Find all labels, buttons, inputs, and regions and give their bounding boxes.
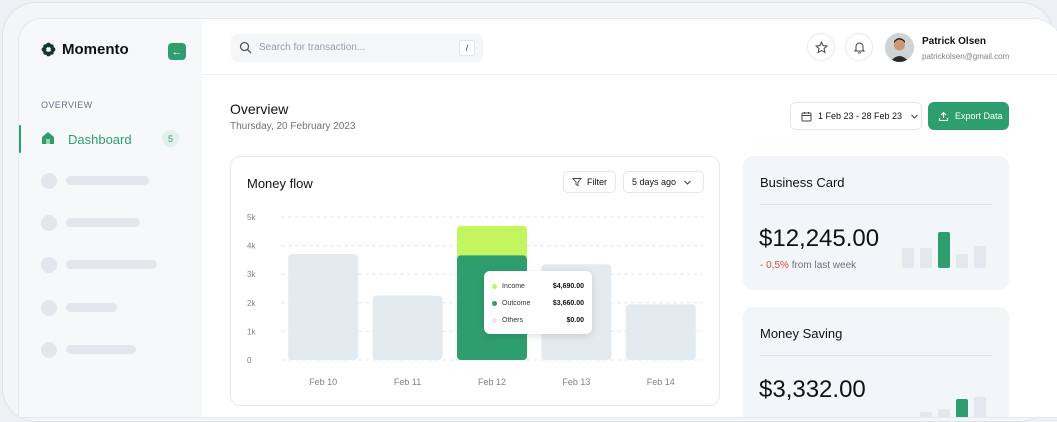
income-dot [492,283,497,289]
chevron-down-icon [911,114,918,119]
placeholder-label [66,303,117,312]
page-date: Thursday, 20 February 2023 [230,121,356,132]
notifications-button[interactable] [845,33,873,61]
x-tick-label: Feb 13 [562,377,590,387]
date-range-label: 1 Feb 23 - 28 Feb 23 [818,111,903,121]
star-icon [814,40,828,54]
money-saving-panel: Money Saving $3,332.00 [743,307,1009,417]
placeholder-icon [41,256,57,273]
page-title: Overview [230,101,289,117]
mini-bar [920,412,932,417]
placeholder-label [66,345,136,354]
export-data-button[interactable]: Export Data [928,102,1009,130]
money-flow-chart: 5k 4k 3k 2k 1k 0 Feb 10 Feb 11 Feb 12 Feb 13 Feb 1… [247,213,703,387]
mini-bar [974,246,986,268]
favorites-button[interactable] [807,33,835,61]
tooltip-value: $4,690.00 [552,282,584,290]
change-suffix: from last week [791,260,857,271]
outcome-bar [372,295,443,360]
sidebar-item-placeholder[interactable] [41,172,149,189]
sidebar-item-placeholder[interactable] [41,256,157,273]
money-flow-card: Money flow Filter 5 days ago 5k 4k 3k 2k 1k 0… [230,156,720,406]
x-tick-label: Feb 10 [309,377,337,387]
user-email: patrickolsen@gmail.com [922,52,1010,61]
mini-bar [938,232,950,268]
y-tick-label: 4k [247,242,256,251]
tooltip-value: $3,660.00 [552,299,584,307]
momento-logo-icon [41,42,56,57]
sidebar-item-dashboard[interactable]: Dashboard 5 [19,125,202,153]
placeholder-label [66,176,149,185]
business-card-amount: $12,245.00 [759,225,880,252]
avatar[interactable] [885,33,914,62]
change-value: - 0,5% [760,260,789,271]
arrow-left-icon: ← [171,45,183,58]
collapse-sidebar-button[interactable]: ← [168,43,186,60]
y-tick-label: 3k [247,270,256,279]
sidebar: Momento ← OVERVIEW Dashboard 5 [19,19,202,417]
user-name: Patrick Olsen [922,36,986,47]
x-tick-label: Feb 11 [394,377,421,387]
search-shortcut-key: / [459,40,475,56]
placeholder-icon [41,341,57,358]
search-field[interactable]: Search for transaction... / [231,34,483,62]
divider [760,204,993,205]
sidebar-section-title: OVERVIEW [41,100,93,110]
bell-icon [853,42,865,54]
tooltip-value: $0.00 [566,316,584,324]
y-tick-label: 5k [247,213,256,222]
others-dot [492,317,497,323]
sidebar-item-label: Dashboard [68,132,132,147]
business-card-change: - 0,5% from last week [760,260,856,271]
search-icon [239,41,252,54]
sidebar-item-placeholder[interactable] [41,299,117,316]
business-card-panel: Business Card $12,245.00 - 0,5% from las… [743,156,1009,290]
tooltip-name: Outcome [502,299,531,307]
top-bar: Search for transaction... / Patrick Olse… [202,19,1057,75]
sidebar-item-placeholder[interactable] [41,341,136,358]
tooltip-row-outcome: Outcome $3,660.00 [492,298,584,308]
placeholder-icon [41,172,57,189]
x-tick-label: Feb 12 [478,377,506,387]
active-indicator [19,125,21,153]
placeholder-label [66,218,140,227]
x-tick-label: Feb 14 [647,377,675,387]
app-name: Momento [62,41,129,58]
app-window: Momento ← OVERVIEW Dashboard 5 Search fo… [18,18,1057,418]
money-saving-title: Money Saving [760,326,843,341]
tooltip-name: Income [502,282,525,290]
sidebar-item-count-badge: 5 [162,130,179,147]
mini-bar [902,248,914,268]
y-tick-label: 0 [247,356,252,365]
y-tick-label: 2k [247,299,256,308]
outcome-dot [492,300,497,306]
placeholder-icon [41,214,57,231]
tooltip-row-others: Others $0.00 [492,315,584,325]
business-card-title: Business Card [760,175,845,190]
outcome-bar [288,254,359,360]
export-label: Export Data [955,111,1003,121]
outcome-bar [625,304,696,360]
y-tick-label: 1k [247,327,256,336]
upload-icon [938,111,949,121]
mini-bar [920,248,932,268]
placeholder-label [66,260,157,269]
divider [760,355,993,356]
tooltip-name: Others [502,316,524,324]
user-photo-icon [885,33,914,62]
placeholder-icon [41,299,57,316]
calendar-icon [801,111,812,121]
home-icon [42,132,54,144]
mini-bar [938,409,950,417]
sidebar-item-placeholder[interactable] [41,214,140,231]
date-range-picker[interactable]: 1 Feb 23 - 28 Feb 23 [790,102,922,130]
chart-tooltip: Income $4,690.00 Outcome $3,660.00 Other… [484,271,592,334]
search-placeholder: Search for transaction... [259,42,366,53]
tooltip-row-income: Income $4,690.00 [492,281,584,291]
money-saving-amount: $3,332.00 [759,376,866,403]
mini-bar [974,397,986,417]
app-logo[interactable]: Momento [41,41,129,58]
mini-bar [956,254,968,268]
mini-bar [956,399,968,417]
